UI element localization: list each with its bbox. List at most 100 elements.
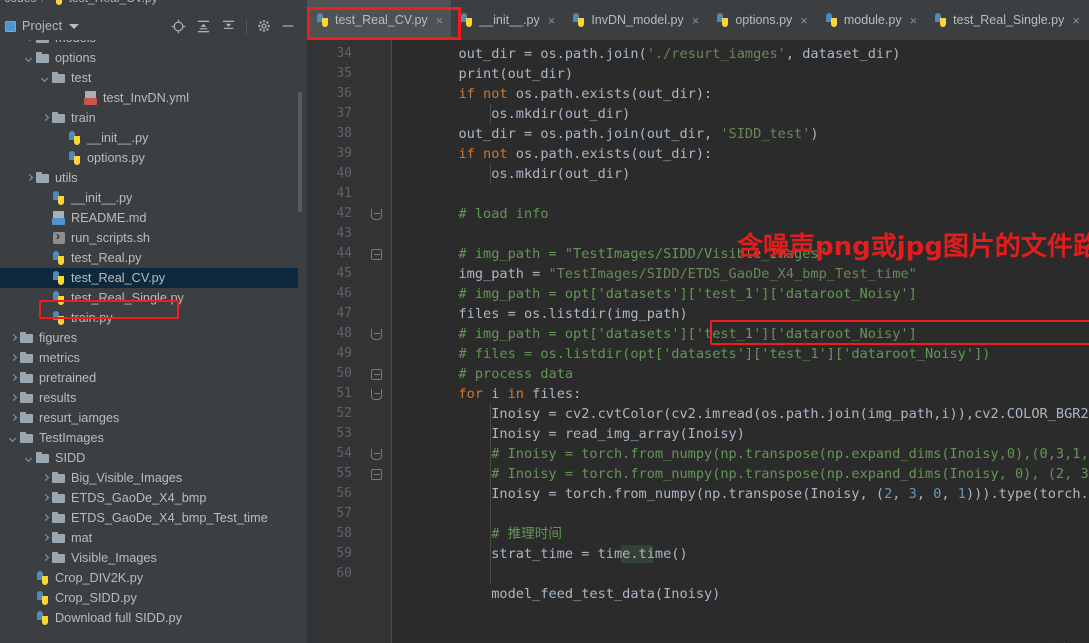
code-line[interactable]: model_feed_test_data(Inoisy) <box>393 584 720 604</box>
code-line[interactable]: os.mkdir(out_dir) <box>393 104 630 124</box>
code-line[interactable]: Inoisy = torch.from_numpy(np.transpose(I… <box>393 484 1089 504</box>
chevron-right-icon[interactable] <box>40 473 51 484</box>
code-line[interactable]: # img_path = opt['datasets']['test_1']['… <box>393 284 916 304</box>
breadcrumb-item-codes[interactable]: codes <box>4 0 36 5</box>
code-line[interactable]: out_dir = os.path.join(out_dir, 'SIDD_te… <box>393 124 818 144</box>
editor-tab-bar[interactable]: test_Real_CV.py × __init__.py × InvDN_model.… <box>307 0 1089 40</box>
code-line[interactable]: # files = os.listdir(opt['datasets']['te… <box>393 344 990 364</box>
code-line[interactable]: img_path = "TestImages/SIDD/ETDS_GaoDe_X… <box>393 264 916 284</box>
fold-marker[interactable] <box>371 329 382 340</box>
code-line[interactable]: print(out_dir) <box>393 64 573 84</box>
fold-marker[interactable] <box>371 209 382 220</box>
tree-item-utils[interactable]: utils <box>0 168 303 188</box>
tree-item-visible-images[interactable]: Visible_Images <box>0 548 303 568</box>
tree-item-resurt-iamges[interactable]: resurt_iamges <box>0 408 303 428</box>
settings-gear-icon[interactable] <box>257 19 271 33</box>
tree-item-download-full-sidd-py[interactable]: Download full SIDD.py <box>0 608 303 628</box>
code-text-area[interactable]: out_dir = os.path.join('./resurt_iamges'… <box>393 40 1089 643</box>
tree-item-test[interactable]: test <box>0 68 303 88</box>
code-line[interactable]: strat_time = time.time() <box>393 544 687 564</box>
fold-marker[interactable] <box>371 249 382 260</box>
chevron-down-icon[interactable] <box>24 453 35 464</box>
tree-item-init-py[interactable]: __init__.py <box>0 128 303 148</box>
code-line[interactable]: # img_path = opt['datasets']['test_1']['… <box>393 324 916 344</box>
code-line[interactable]: # process data <box>393 364 573 384</box>
chevron-right-icon[interactable] <box>8 333 19 344</box>
tree-item-testimages[interactable]: TestImages <box>0 428 303 448</box>
tree-item-test-invdn-yml[interactable]: test_InvDN.yml <box>0 88 303 108</box>
tree-item-options-py[interactable]: options.py <box>0 148 303 168</box>
tree-scrollbar-thumb[interactable] <box>298 92 302 212</box>
tab-test-real-single-py[interactable]: test_Real_Single.py × <box>925 0 1088 40</box>
chevron-right-icon[interactable] <box>8 413 19 424</box>
tree-item-etds-gaode-x4-bmp[interactable]: ETDS_GaoDe_X4_bmp <box>0 488 303 508</box>
tree-item-figures[interactable]: figures <box>0 328 303 348</box>
tree-item-mat[interactable]: mat <box>0 528 303 548</box>
tree-item-models[interactable]: models <box>0 40 303 48</box>
code-line[interactable]: if not os.path.exists(out_dir): <box>393 144 712 164</box>
code-line[interactable]: # Inoisy = torch.from_numpy(np.transpose… <box>393 464 1089 484</box>
tab-init-py[interactable]: __init__.py × <box>451 0 563 40</box>
tree-item-metrics[interactable]: metrics <box>0 348 303 368</box>
code-editor[interactable]: 34 35 36 37 38 39 40 41 42 43 44 45 46 47 48 49 50 51 52 53… <box>307 40 1089 643</box>
tree-item-sidd[interactable]: SIDD <box>0 448 303 468</box>
chevron-right-icon[interactable] <box>40 553 51 564</box>
collapse-all-icon[interactable] <box>221 19 236 34</box>
code-line[interactable]: os.mkdir(out_dir) <box>393 164 630 184</box>
chevron-right-icon[interactable] <box>24 40 35 44</box>
chevron-right-icon[interactable] <box>8 353 19 364</box>
fold-marker[interactable] <box>371 389 382 400</box>
fold-marker[interactable] <box>371 369 382 380</box>
code-line[interactable]: if not os.path.exists(out_dir): <box>393 84 712 104</box>
chevron-right-icon[interactable] <box>40 493 51 504</box>
tab-close-icon[interactable]: × <box>800 13 808 28</box>
code-folding-column[interactable] <box>362 40 392 643</box>
tree-item-crop-div2k-py[interactable]: Crop_DIV2K.py <box>0 568 303 588</box>
tree-item-run-scripts-sh[interactable]: run_scripts.sh <box>0 228 303 248</box>
fold-marker[interactable] <box>371 449 382 460</box>
chevron-right-icon[interactable] <box>8 393 19 404</box>
code-line[interactable]: out_dir = os.path.join('./resurt_iamges'… <box>393 44 900 64</box>
breadcrumb-item-file[interactable]: test_Real_CV.py <box>69 0 158 5</box>
chevron-down-icon[interactable] <box>40 73 51 84</box>
tree-item-init-py[interactable]: __init__.py <box>0 188 303 208</box>
tree-item-crop-sidd-py[interactable]: Crop_SIDD.py <box>0 588 303 608</box>
tree-item-options[interactable]: options <box>0 48 303 68</box>
chevron-right-icon[interactable] <box>8 373 19 384</box>
code-line[interactable]: files = os.listdir(img_path) <box>393 304 687 324</box>
tab-module-py[interactable]: module.py × <box>816 0 925 40</box>
tab-close-icon[interactable]: × <box>1072 13 1080 28</box>
chevron-right-icon[interactable] <box>40 513 51 524</box>
chevron-down-icon[interactable] <box>24 53 35 64</box>
tree-item-big-visible-images[interactable]: Big_Visible_Images <box>0 468 303 488</box>
tree-item-train-py[interactable]: train.py <box>0 308 303 328</box>
locate-target-icon[interactable] <box>171 19 186 34</box>
tab-close-icon[interactable]: × <box>436 13 444 28</box>
code-line[interactable]: Inoisy = cv2.cvtColor(cv2.imread(os.path… <box>393 404 1089 424</box>
tree-item-test-real-cv-py[interactable]: test_Real_CV.py <box>0 268 303 288</box>
tree-item-etds-gaode-x4-bmp-test-time[interactable]: ETDS_GaoDe_X4_bmp_Test_time <box>0 508 303 528</box>
code-line[interactable]: for i in files: <box>393 384 581 404</box>
tree-item-test-real-py[interactable]: test_Real.py <box>0 248 303 268</box>
tab-close-icon[interactable]: × <box>548 13 556 28</box>
tab-options-py[interactable]: options.py × <box>707 0 816 40</box>
tab-invdn-model-py[interactable]: InvDN_model.py × <box>563 0 707 40</box>
tab-close-icon[interactable]: × <box>692 13 700 28</box>
chevron-down-icon[interactable] <box>8 433 19 444</box>
tree-item-pretrained[interactable]: pretrained <box>0 368 303 388</box>
chevron-right-icon[interactable] <box>24 173 35 184</box>
code-line[interactable]: # 推理时间 <box>393 524 562 544</box>
code-line[interactable]: Inoisy = read_img_array(Inoisy) <box>393 424 745 444</box>
tab-close-icon[interactable]: × <box>910 13 918 28</box>
expand-all-icon[interactable] <box>196 19 211 34</box>
tree-item-results[interactable]: results <box>0 388 303 408</box>
tree-item-train[interactable]: train <box>0 108 303 128</box>
tree-item-readme-md[interactable]: README.md <box>0 208 303 228</box>
tab-test-real-cv-py[interactable]: test_Real_CV.py × <box>307 0 461 40</box>
tree-item-test-real-single-py[interactable]: test_Real_Single.py <box>0 288 303 308</box>
chevron-down-icon[interactable] <box>69 23 80 29</box>
chevron-right-icon[interactable] <box>40 113 51 124</box>
chevron-right-icon[interactable] <box>40 533 51 544</box>
code-line[interactable]: # Inoisy = torch.from_numpy(np.transpose… <box>393 444 1089 464</box>
fold-marker[interactable] <box>371 469 382 480</box>
